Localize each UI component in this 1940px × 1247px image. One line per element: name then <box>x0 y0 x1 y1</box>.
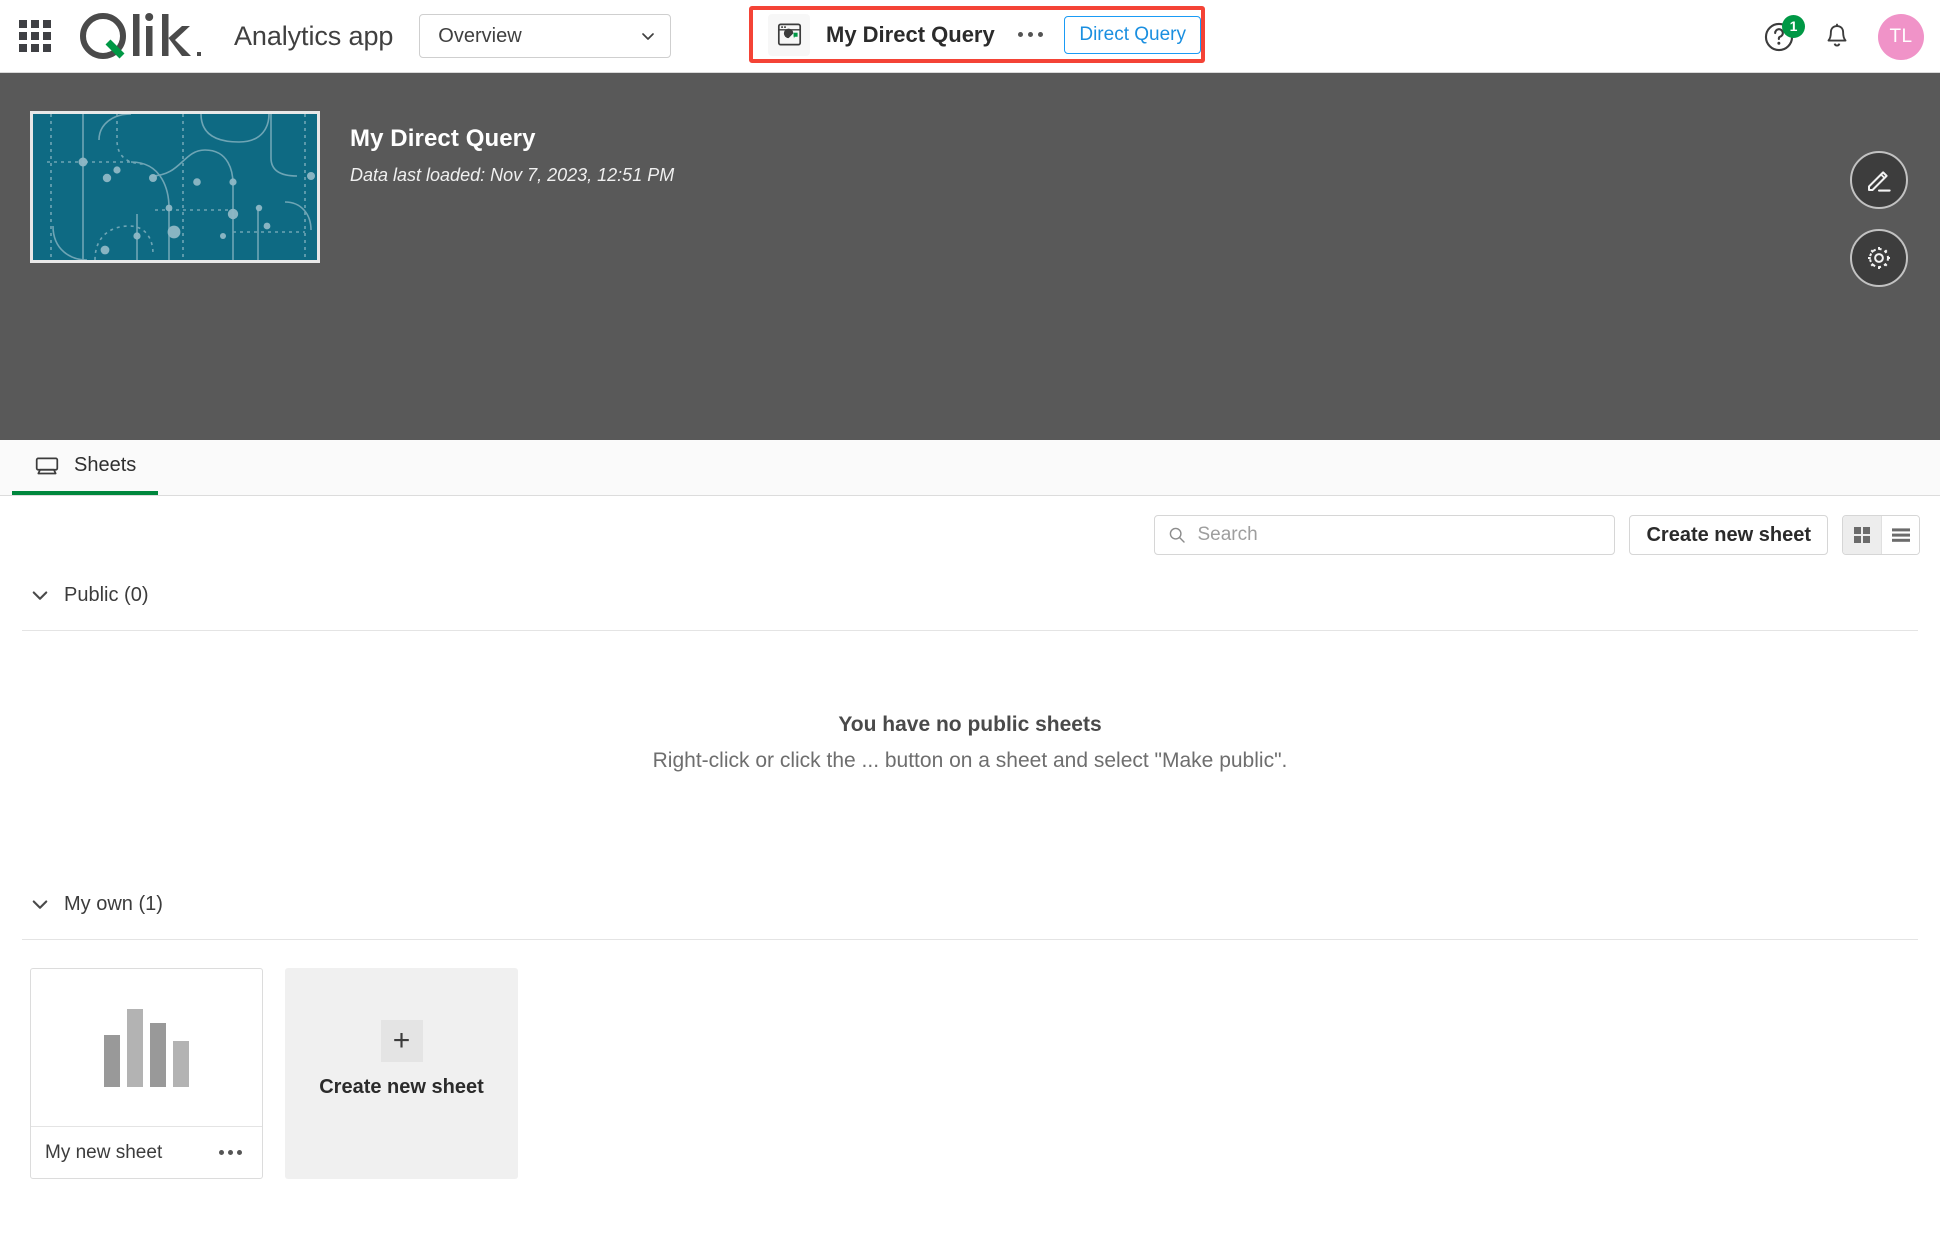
top-navigation-bar: Analytics app Overview My Direct Query D… <box>0 0 1940 73</box>
search-icon <box>1170 527 1186 543</box>
app-launcher-grid-icon[interactable] <box>18 19 52 53</box>
section-header-public[interactable]: Public (0) <box>0 574 1940 616</box>
space-selector-dropdown[interactable]: Overview <box>419 14 672 58</box>
sheet-icon <box>35 457 59 474</box>
app-thumbnail[interactable] <box>30 111 320 263</box>
app-chip-highlight-group: My Direct Query Direct Query <box>749 6 1205 63</box>
empty-state-title: You have no public sheets <box>838 713 1102 736</box>
chevron-down-icon <box>32 900 48 909</box>
app-window-pie-chart-icon[interactable] <box>768 13 810 56</box>
create-new-sheet-card[interactable]: + Create new sheet <box>285 968 518 1179</box>
direct-query-badge[interactable]: Direct Query <box>1064 15 1201 54</box>
public-sheets-empty-state: You have no public sheets Right-click or… <box>0 631 1940 773</box>
qlik-logo-icon <box>80 13 201 59</box>
content-tabs: Sheets <box>0 440 1940 496</box>
app-last-loaded-text: Data last loaded: Nov 7, 2023, 12:51 PM <box>350 165 675 185</box>
space-selector-value: Overview <box>438 24 522 47</box>
app-title: My Direct Query <box>350 125 536 152</box>
tab-sheets-label: Sheets <box>74 454 137 476</box>
pencil-icon <box>1868 171 1891 192</box>
sheet-more-options-icon[interactable] <box>213 1144 248 1161</box>
topbar-right-actions: 1 TL <box>1762 0 1924 73</box>
gear-icon <box>1868 247 1890 269</box>
user-avatar[interactable]: TL <box>1878 13 1924 60</box>
app-header-meta: My Direct Query Data last loaded: Nov 7,… <box>350 111 674 440</box>
search-input[interactable] <box>1197 524 1603 546</box>
tab-sheets[interactable]: Sheets <box>12 440 159 495</box>
app-header-banner: My Direct Query Data last loaded: Nov 7,… <box>0 73 1940 440</box>
edit-sheet-button[interactable] <box>1850 151 1908 209</box>
qlik-logo[interactable] <box>76 13 208 59</box>
search-sheets-box[interactable] <box>1154 515 1616 555</box>
section-label-public: Public (0) <box>64 583 149 606</box>
grid-icon <box>1854 527 1870 543</box>
bell-icon[interactable] <box>1822 21 1852 53</box>
list-icon <box>1891 528 1910 542</box>
app-settings-button[interactable] <box>1850 229 1908 287</box>
app-header-actions <box>1850 151 1908 287</box>
sheets-content: Create new sheet P <box>0 496 1940 1179</box>
plus-icon: + <box>380 1020 423 1062</box>
help-badge-count: 1 <box>1782 14 1805 38</box>
chevron-down-icon <box>642 33 655 40</box>
view-mode-toggle <box>1842 515 1920 555</box>
sheet-preview-bars <box>104 1008 189 1087</box>
app-chip-name: My Direct Query <box>826 21 995 47</box>
sheet-cards-row: My new sheet + Create new sheet <box>0 940 1940 1179</box>
list-view-button[interactable] <box>1881 516 1919 554</box>
create-new-sheet-card-label: Create new sheet <box>319 1076 484 1098</box>
sheet-preview <box>31 969 262 1126</box>
section-header-my-own[interactable]: My own (1) <box>0 883 1940 925</box>
sheet-name: My new sheet <box>45 1141 163 1163</box>
sheet-card-footer: My new sheet <box>31 1126 262 1178</box>
help-button[interactable]: 1 <box>1762 14 1805 54</box>
sheets-toolbar: Create new sheet <box>0 496 1940 574</box>
create-new-sheet-button[interactable]: Create new sheet <box>1629 515 1828 555</box>
grid-view-button[interactable] <box>1843 516 1881 554</box>
app-type-label: Analytics app <box>234 20 394 51</box>
empty-state-subtitle: Right-click or click the ... button on a… <box>652 749 1288 772</box>
sheet-card[interactable]: My new sheet <box>30 968 263 1179</box>
app-thumbnail-artwork <box>33 114 317 260</box>
chevron-down-icon <box>32 591 48 600</box>
section-label-my-own: My own (1) <box>64 892 163 915</box>
app-more-options-icon[interactable] <box>1015 20 1047 50</box>
